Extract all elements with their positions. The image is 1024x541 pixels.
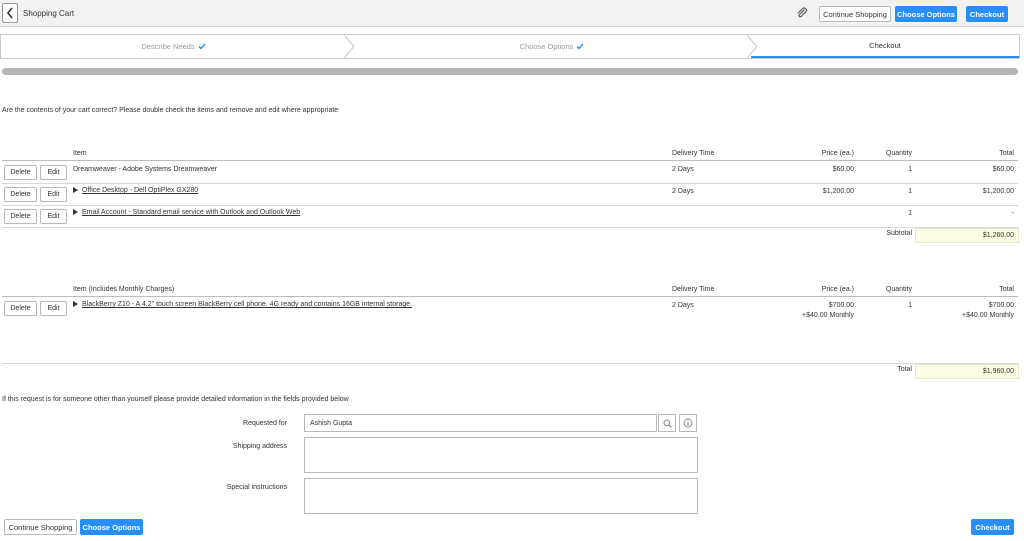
expand-triangle-icon[interactable]	[73, 301, 78, 307]
item-name: Dreamweaver - Adobe Systems Dreamweaver	[73, 166, 217, 173]
special-instructions-label: Special instructions	[226, 484, 287, 491]
delete-button[interactable]: Delete	[4, 301, 37, 316]
item-total-monthly: +$40.00 Monthly	[962, 312, 1014, 319]
cart-instructions: Are the contents of your cart correct? P…	[2, 107, 339, 114]
monthly-charges-table: Item (Includes Monthly Charges) Delivery…	[2, 284, 1019, 384]
choose-options-button[interactable]: Choose Options	[895, 6, 957, 22]
step-label: Choose Options	[519, 42, 574, 51]
item-price: $1,200.00	[822, 188, 854, 195]
item-total: $1,200.00	[982, 188, 1014, 195]
requested-for-input[interactable]: Ashish Gupta	[304, 414, 657, 432]
column-header-total: Total	[999, 150, 1014, 157]
row-divider	[2, 363, 1018, 364]
cart-table: Item Delivery Time Price (ea.) Quantity …	[2, 148, 1019, 248]
back-arrow-icon	[6, 7, 13, 19]
column-header-delivery: Delivery Time	[672, 150, 715, 157]
header-bar: Shopping Cart Continue Shopping Choose O…	[0, 0, 1024, 27]
item-link[interactable]: Office Desktop - Dell OptiPlex GX280	[82, 187, 198, 194]
item-price-monthly: +$40.00 Monthly	[802, 312, 854, 319]
column-header-price: Price (ea.)	[821, 286, 854, 293]
header-divider	[2, 296, 1018, 297]
delivery-time: 2 Days	[672, 188, 694, 195]
shipping-address-label: Shipping address	[232, 443, 287, 450]
edit-button[interactable]: Edit	[40, 301, 67, 316]
footer-continue-shopping-button[interactable]: Continue Shopping	[4, 519, 77, 535]
edit-button[interactable]: Edit	[40, 165, 67, 180]
item-price: $700.00	[828, 302, 854, 309]
info-icon	[683, 418, 693, 428]
checkout-stepper: Describe Needs Choose Options Checkout	[0, 34, 1020, 59]
item-name-cell: Office Desktop - Dell OptiPlex GX280	[73, 187, 198, 194]
lookup-button[interactable]	[658, 414, 676, 432]
row-divider	[2, 227, 1018, 228]
info-button[interactable]	[679, 414, 697, 432]
step-describe-needs[interactable]: Describe Needs	[1, 35, 346, 58]
column-header-delivery: Delivery Time	[672, 286, 715, 293]
edit-button[interactable]: Edit	[40, 209, 67, 224]
step-divider	[344, 35, 355, 58]
step-label: Checkout	[869, 41, 901, 50]
continue-shopping-button[interactable]: Continue Shopping	[819, 6, 891, 22]
column-header-price: Price (ea.)	[821, 150, 854, 157]
delete-button[interactable]: Delete	[4, 165, 37, 180]
check-icon	[576, 43, 584, 50]
delivery-time: 2 Days	[672, 302, 694, 309]
column-header-total: Total	[999, 286, 1014, 293]
subtotal-value: $1,260.00	[915, 228, 1019, 243]
row-divider	[2, 205, 1018, 206]
delete-button[interactable]: Delete	[4, 209, 37, 224]
item-total: -	[1011, 210, 1014, 217]
back-button[interactable]	[2, 3, 18, 23]
special-instructions-field[interactable]	[304, 478, 698, 514]
delete-button[interactable]: Delete	[4, 187, 37, 202]
item-name-cell: BlackBerry Z10 - A 4.2" touch screen Bla…	[73, 301, 412, 308]
item-quantity: 1	[908, 210, 912, 217]
requested-for-instructions: If this request is for someone other tha…	[2, 396, 349, 403]
header-divider	[2, 160, 1018, 161]
step-choose-options[interactable]: Choose Options	[356, 35, 748, 58]
item-link[interactable]: BlackBerry Z10 - A 4.2" touch screen Bla…	[82, 301, 412, 308]
item-total: $700.00	[988, 302, 1014, 309]
item-total: $60.00	[992, 166, 1014, 173]
item-link[interactable]: Email Account - Standard email service w…	[82, 209, 300, 216]
requested-for-label: Requested for	[243, 420, 287, 427]
column-header-item: Item	[73, 150, 87, 157]
footer-choose-options-button[interactable]: Choose Options	[80, 519, 143, 535]
shipping-address-field[interactable]	[304, 437, 698, 473]
item-quantity: 1	[908, 188, 912, 195]
attachment-icon[interactable]	[796, 7, 808, 19]
item-name-cell: Email Account - Standard email service w…	[73, 209, 300, 216]
subtotal-label: Subtotal	[886, 230, 912, 237]
check-icon	[198, 43, 206, 50]
row-divider	[2, 183, 1018, 184]
search-icon	[663, 419, 672, 428]
step-label: Describe Needs	[141, 42, 195, 51]
column-header-item: Item (Includes Monthly Charges)	[73, 286, 175, 293]
expand-triangle-icon[interactable]	[73, 209, 78, 215]
item-price: $60.00	[832, 166, 854, 173]
delivery-time: 2 Days	[672, 166, 694, 173]
column-header-quantity: Quantity	[885, 286, 912, 293]
expand-triangle-icon[interactable]	[73, 187, 78, 193]
footer-checkout-button[interactable]: Checkout	[971, 519, 1014, 535]
total-value: $1,960.00	[915, 364, 1019, 379]
progress-bar	[2, 68, 1018, 75]
step-checkout[interactable]: Checkout	[751, 35, 1019, 58]
item-quantity: 1	[908, 302, 912, 309]
total-label: Total	[897, 366, 912, 373]
checkout-button[interactable]: Checkout	[966, 6, 1008, 22]
column-header-quantity: Quantity	[885, 150, 912, 157]
edit-button[interactable]: Edit	[40, 187, 67, 202]
page-title: Shopping Cart	[23, 9, 75, 18]
item-quantity: 1	[908, 166, 912, 173]
